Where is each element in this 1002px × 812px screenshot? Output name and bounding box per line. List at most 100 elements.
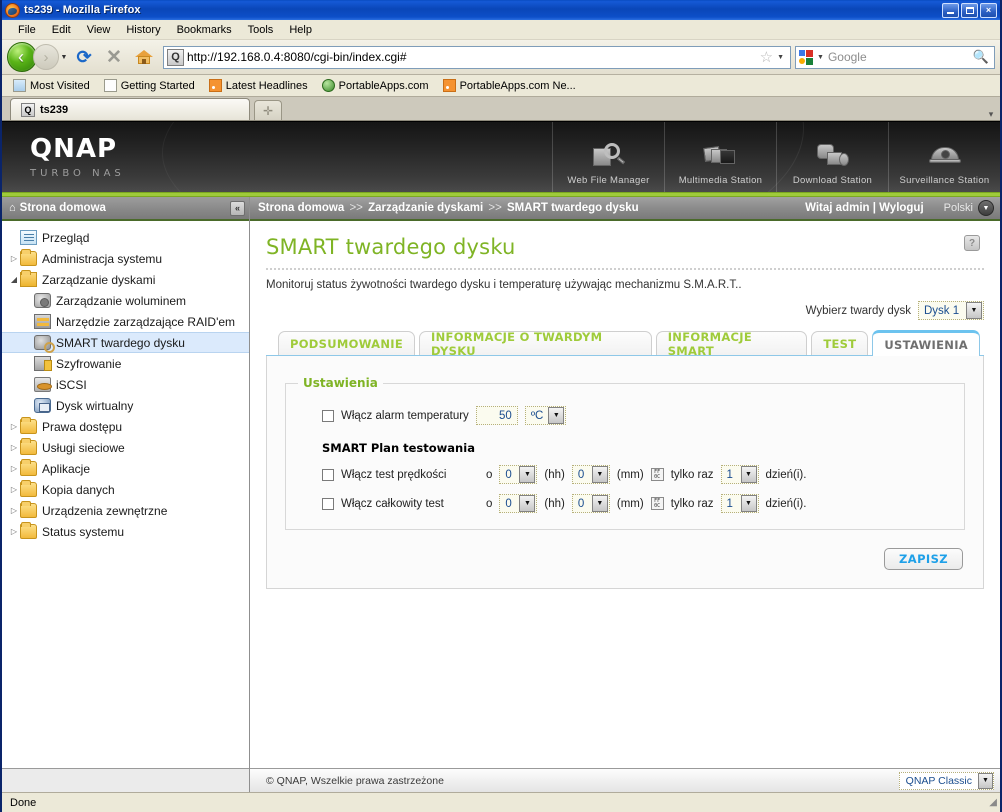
sidebar-item-zarzadzanie-woluminem[interactable]: Zarządzanie woluminem	[2, 290, 249, 311]
sidebar-item-iscsi[interactable]: iSCSI	[2, 374, 249, 395]
menu-item-bookmarks[interactable]: Bookmarks	[169, 22, 240, 38]
stop-icon[interactable]: ✕	[99, 42, 129, 72]
browser-tab-ts239[interactable]: Q ts239	[10, 98, 250, 120]
url-dropdown-icon[interactable]: ▼	[775, 54, 788, 61]
full-test-checkbox[interactable]	[322, 497, 334, 510]
menu-item-tools[interactable]: Tools	[240, 22, 282, 38]
sidebar-item-label: Szyfrowanie	[56, 356, 122, 371]
collapse-arrow-icon[interactable]: ◢	[8, 275, 20, 284]
expand-arrow-icon[interactable]: ▷	[8, 527, 20, 536]
app-surveillance-station[interactable]: Surveillance Station	[888, 122, 1000, 192]
chevron-down-icon[interactable]: ▼	[966, 302, 982, 319]
menu-item-view[interactable]: View	[79, 22, 119, 38]
chevron-down-icon[interactable]: ▼	[740, 495, 757, 512]
tab-ustawienia[interactable]: USTAWIENIA	[872, 330, 980, 356]
sidebar-item-status-systemu[interactable]: ▷ Status systemu	[2, 521, 249, 542]
disk-select[interactable]: Dysk 1 ▼	[918, 301, 984, 320]
expand-arrow-icon[interactable]: ▷	[8, 422, 20, 431]
bookmark-most-visited[interactable]: Most Visited	[8, 78, 95, 93]
tab-podsumowanie[interactable]: PODSUMOWANIE	[278, 331, 416, 355]
menu-item-file[interactable]: File	[10, 22, 44, 38]
app-web-file-manager[interactable]: Web File Manager	[552, 122, 664, 192]
chevron-down-icon[interactable]: ▼	[978, 772, 993, 789]
expand-arrow-icon[interactable]: ▷	[8, 464, 20, 473]
tab-informacje-o-twardym-dysku[interactable]: INFORMACJE O TWARDYM DYSKU	[419, 330, 652, 358]
sidebar-item-administracja-systemu[interactable]: ▷ Administracja systemu	[2, 248, 249, 269]
sidebar-item-przeglad[interactable]: Przegląd	[2, 227, 249, 248]
close-button[interactable]: ×	[980, 2, 997, 18]
reload-icon[interactable]: ⟳	[69, 42, 99, 72]
page-title: SMART twardego dysku	[266, 235, 516, 259]
url-bar[interactable]: Q http://192.168.0.4:8080/cgi-bin/index.…	[163, 45, 791, 69]
sidebar-item-zarzadzanie-dyskami[interactable]: ◢ Zarządzanie dyskami	[2, 269, 249, 290]
forward-button[interactable]: ›	[33, 44, 59, 70]
sidebar-item-urzadzenia-zewnetrzne[interactable]: ▷ Urządzenia zewnętrzne	[2, 500, 249, 521]
sidebar-item-szyfrowanie[interactable]: Szyfrowanie	[2, 353, 249, 374]
theme-select[interactable]: QNAP Classic ▼	[898, 771, 994, 790]
tab-informacje-smart[interactable]: INFORMACJE SMART	[655, 330, 808, 358]
temperature-unit-select[interactable]: ºC ▼	[524, 406, 567, 425]
quick-test-days-select[interactable]: 1 ▼	[720, 465, 759, 484]
bookmark-latest-headlines[interactable]: Latest Headlines	[204, 78, 313, 93]
chevron-down-icon[interactable]: ▼	[519, 466, 536, 483]
expand-arrow-icon[interactable]: ▷	[8, 254, 20, 263]
status-text: Done	[10, 796, 37, 809]
app-download-station[interactable]: Download Station	[776, 122, 888, 192]
full-test-minute-select[interactable]: 0 ▼	[571, 494, 610, 513]
full-test-hour-select[interactable]: 0 ▼	[499, 494, 538, 513]
expand-arrow-icon[interactable]: ▷	[8, 443, 20, 452]
menu-item-help[interactable]: Help	[281, 22, 320, 38]
url-text[interactable]: http://192.168.0.4:8080/cgi-bin/index.cg…	[187, 50, 758, 64]
sidebar-item-prawa-dostepu[interactable]: ▷ Prawa dostępu	[2, 416, 249, 437]
sidebar-item-raid[interactable]: Narzędzie zarządzające RAID'em	[2, 311, 249, 332]
chevron-down-icon[interactable]: ▼	[591, 466, 608, 483]
quick-test-minute-select[interactable]: 0 ▼	[571, 465, 610, 484]
search-icon[interactable]: 🔍	[973, 49, 992, 65]
temperature-value-input[interactable]: 50	[475, 406, 518, 425]
help-icon[interactable]: ?	[964, 235, 980, 251]
menu-item-edit[interactable]: Edit	[44, 22, 79, 38]
home-icon[interactable]	[129, 42, 159, 72]
app-label: Web File Manager	[567, 175, 650, 186]
bookmark-portableapps-news[interactable]: PortableApps.com Ne...	[438, 78, 581, 93]
app-multimedia-station[interactable]: Multimedia Station	[664, 122, 776, 192]
chevron-down-icon[interactable]: ▼	[740, 466, 757, 483]
language-dropdown-icon[interactable]: ▼	[978, 200, 994, 216]
nav-history-dropdown-icon[interactable]: ▼	[59, 54, 69, 61]
quick-test-checkbox[interactable]	[322, 468, 334, 481]
full-test-days-select[interactable]: 1 ▼	[720, 494, 759, 513]
quick-test-hour-select[interactable]: 0 ▼	[499, 465, 538, 484]
sidebar-item-kopia-danych[interactable]: ▷ Kopia danych	[2, 479, 249, 500]
breadcrumb-home[interactable]: Strona domowa	[258, 202, 344, 214]
maximize-button[interactable]	[961, 2, 978, 18]
chevron-down-icon[interactable]: ▼	[591, 495, 608, 512]
sidebar-item-aplikacje[interactable]: ▷ Aplikacje	[2, 458, 249, 479]
tab-test[interactable]: TEST	[811, 331, 869, 355]
save-button[interactable]: ZAPISZ	[884, 548, 963, 570]
list-all-tabs-icon[interactable]: ▾	[986, 109, 1000, 120]
menu-item-history[interactable]: History	[118, 22, 168, 38]
main-column: Strona domowa >> Zarządzanie dyskami >> …	[250, 197, 1000, 792]
chevron-down-icon[interactable]: ▼	[548, 407, 565, 424]
new-tab-button[interactable]: ✛	[254, 100, 282, 120]
welcome-logout[interactable]: Witaj admin | Wyloguj	[805, 202, 944, 214]
expand-arrow-icon[interactable]: ▷	[8, 506, 20, 515]
home-icon: ⌂	[9, 202, 16, 214]
search-bar[interactable]: ▼ Google 🔍	[795, 45, 995, 69]
sidebar-item-dysk-wirtualny[interactable]: Dysk wirtualny	[2, 395, 249, 416]
search-engine-dropdown-icon[interactable]: ▼	[816, 54, 828, 61]
breadcrumb-disk-management[interactable]: Zarządzanie dyskami	[368, 202, 483, 214]
minimize-button[interactable]	[942, 2, 959, 18]
bookmark-getting-started[interactable]: Getting Started	[99, 78, 200, 93]
quick-test-only-once-label: tylko raz	[670, 468, 714, 481]
sidebar-item-uslugi-sieciowe[interactable]: ▷ Usługi sieciowe	[2, 437, 249, 458]
bookmark-star-icon[interactable]: ☆	[758, 48, 775, 66]
chevron-down-icon[interactable]: ▼	[519, 495, 536, 512]
search-input[interactable]: Google	[828, 50, 973, 64]
resize-grip-icon[interactable]: ◢	[989, 797, 1000, 808]
sidebar-collapse-button[interactable]: «	[230, 200, 245, 216]
bookmark-portableapps[interactable]: PortableApps.com	[317, 78, 434, 93]
temperature-alarm-checkbox[interactable]	[322, 409, 334, 422]
sidebar-item-smart-twardego-dysku[interactable]: SMART twardego dysku	[2, 332, 249, 353]
expand-arrow-icon[interactable]: ▷	[8, 485, 20, 494]
